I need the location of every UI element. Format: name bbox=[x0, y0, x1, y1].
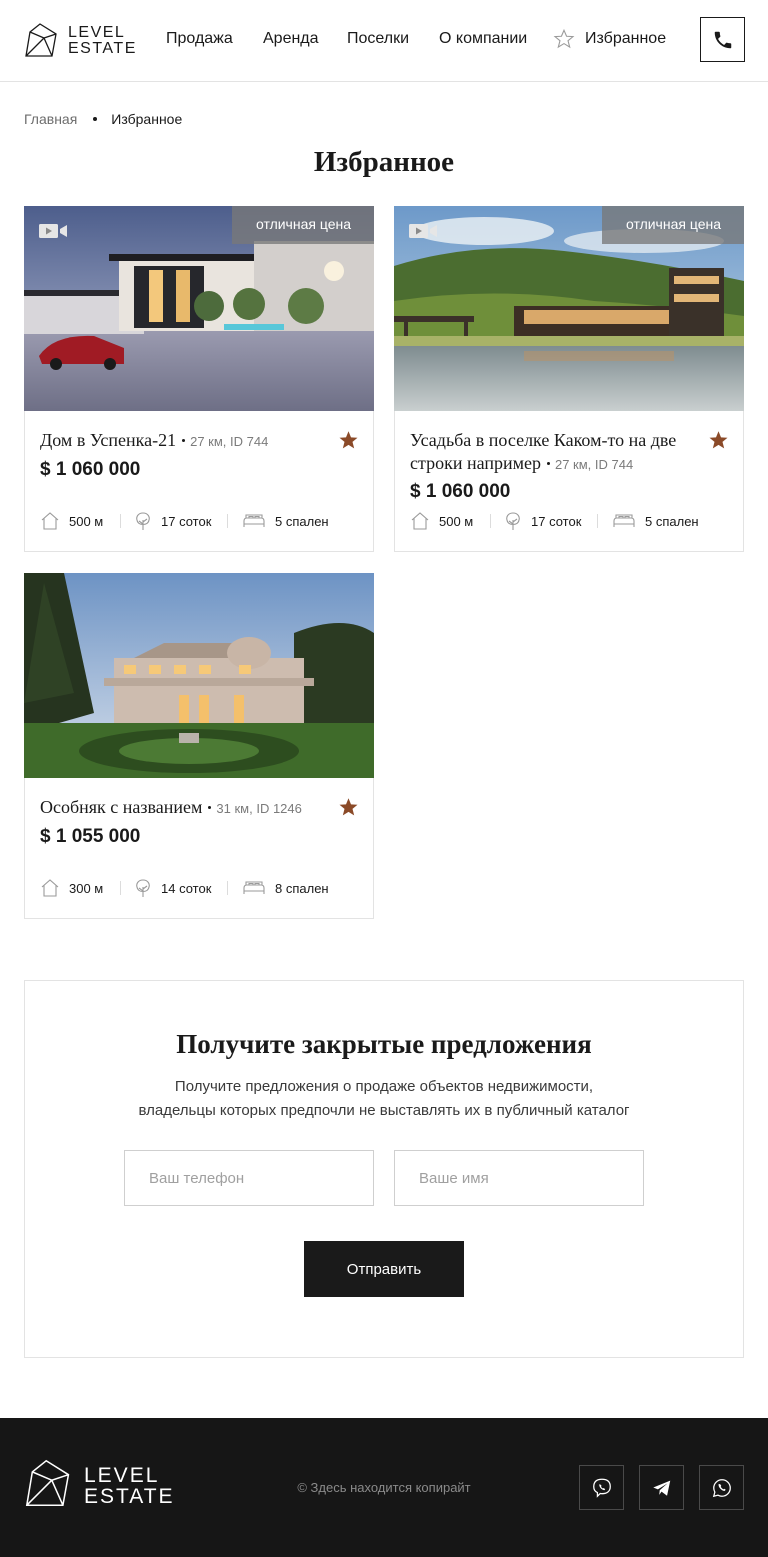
tree-icon bbox=[506, 512, 520, 530]
listing-photo[interactable]: отличная цена bbox=[394, 206, 744, 411]
nav-about[interactable]: О компании bbox=[439, 29, 527, 49]
subscribe-text-line1: Получите предложения о продаже объектов … bbox=[174, 1078, 594, 1095]
feature-bedrooms-value: 5 спален bbox=[275, 513, 329, 529]
listing-card[interactable]: отличная цена Усадьба в поселке Каком-то… bbox=[394, 206, 744, 552]
listing-meta: 27 км, ID 744 bbox=[190, 434, 269, 449]
viber-icon bbox=[592, 1478, 611, 1498]
bed-icon bbox=[613, 514, 635, 527]
whatsapp-button[interactable] bbox=[699, 1465, 744, 1510]
favorite-star-icon[interactable] bbox=[338, 430, 359, 450]
feature-land-value: 17 соток bbox=[531, 513, 582, 529]
whatsapp-icon bbox=[712, 1478, 731, 1497]
breadcrumb-home[interactable]: Главная bbox=[24, 111, 77, 127]
submit-button[interactable]: Отправить bbox=[304, 1241, 464, 1297]
telegram-button[interactable] bbox=[639, 1465, 684, 1510]
listing-meta: 31 км, ID 1246 bbox=[216, 801, 302, 816]
video-icon bbox=[409, 224, 437, 238]
nav-favorites[interactable]: Избранное bbox=[585, 29, 666, 49]
feature-house-area: 500 м bbox=[40, 511, 103, 531]
listing-photo[interactable]: отличная цена bbox=[24, 206, 374, 411]
mansion-photo bbox=[24, 573, 374, 778]
feature-land-value: 17 соток bbox=[161, 513, 212, 529]
feature-land-area: 17 соток bbox=[504, 511, 581, 531]
feature-land-area: 14 соток bbox=[134, 878, 211, 898]
feature-bedrooms-value: 5 спален bbox=[645, 513, 699, 529]
house-icon bbox=[41, 512, 59, 530]
feature-house-value: 500 м bbox=[439, 513, 474, 529]
bed-icon bbox=[243, 514, 265, 527]
nav-villages[interactable]: Поселки bbox=[347, 29, 409, 49]
listing-price: $ 1 060 000 bbox=[410, 481, 511, 502]
listing-meta: 27 км, ID 744 bbox=[554, 457, 634, 472]
feature-house-value: 500 м bbox=[69, 513, 104, 529]
logo-line2: ESTATE bbox=[68, 40, 137, 57]
listing-card[interactable]: Особняк с названием 31 км, ID 1246 $ 1 05… bbox=[24, 573, 374, 919]
listing-title-text: Усадьба в поселке Каком-то на две строки… bbox=[410, 430, 677, 473]
subscribe-description: Получите предложения о продаже объектов … bbox=[85, 1075, 683, 1123]
favorite-star-icon[interactable] bbox=[708, 430, 729, 450]
phone-button[interactable] bbox=[700, 17, 745, 62]
site-footer: LEVEL ESTATE © Здесь находится копирайт bbox=[0, 1418, 768, 1557]
logo[interactable]: LEVEL ESTATE bbox=[24, 22, 136, 60]
phone-icon bbox=[714, 31, 731, 48]
telegram-icon bbox=[652, 1480, 670, 1496]
page-title: Избранное bbox=[313, 146, 455, 178]
bed-icon bbox=[243, 881, 265, 894]
feature-divider bbox=[120, 881, 121, 895]
star-outline-icon[interactable] bbox=[553, 28, 575, 50]
listing-title-text: Дом в Успенка-21 bbox=[40, 430, 177, 450]
listing-card[interactable]: отличная цена Дом в Успенка-21 27 км, ID … bbox=[24, 206, 374, 552]
nav-rent[interactable]: Аренда bbox=[263, 29, 319, 49]
feature-house-area: 500 м bbox=[410, 511, 473, 531]
nav-sale[interactable]: Продажа bbox=[166, 29, 233, 49]
logo-mark-icon bbox=[25, 23, 57, 57]
favorite-star-icon[interactable] bbox=[338, 797, 359, 817]
listing-title-text: Особняк с названием bbox=[40, 797, 203, 817]
breadcrumb-separator bbox=[93, 116, 98, 121]
feature-divider bbox=[227, 514, 228, 528]
listing-title[interactable]: Особняк с названием 31 км, ID 1246 bbox=[40, 796, 330, 820]
site-header: LEVEL ESTATE Продажа Аренда Поселки О ко… bbox=[0, 0, 768, 82]
name-input[interactable] bbox=[394, 1150, 644, 1206]
feature-house-value: 300 м bbox=[69, 880, 104, 896]
meta-separator bbox=[182, 438, 186, 442]
logo-line1: LEVEL bbox=[68, 24, 126, 41]
listing-title[interactable]: Дом в Успенка-21 27 км, ID 744 bbox=[40, 429, 330, 453]
breadcrumb: Главная Избранное bbox=[24, 111, 182, 127]
price-badge: отличная цена bbox=[602, 206, 744, 244]
subscribe-text-line2: владельцы которых предпочли не выставлят… bbox=[138, 1102, 630, 1119]
feature-divider bbox=[227, 881, 228, 895]
meta-separator bbox=[208, 805, 212, 809]
house-icon bbox=[411, 512, 429, 530]
listing-photo[interactable] bbox=[24, 573, 374, 778]
feature-house-area: 300 м bbox=[40, 878, 103, 898]
price-badge: отличная цена bbox=[232, 206, 374, 244]
phone-input[interactable] bbox=[124, 1150, 374, 1206]
feature-divider bbox=[597, 514, 598, 528]
tree-icon bbox=[136, 512, 150, 530]
feature-land-value: 14 соток bbox=[161, 880, 212, 896]
feature-bedrooms: 5 спален bbox=[612, 511, 699, 531]
house-icon bbox=[41, 879, 59, 897]
meta-separator bbox=[546, 461, 550, 465]
breadcrumb-current: Избранное bbox=[111, 111, 183, 127]
listing-price: $ 1 055 000 bbox=[40, 826, 141, 847]
closed-offers-form: Получите закрытые предложения Получите п… bbox=[24, 980, 744, 1358]
listing-title[interactable]: Усадьба в поселке Каком-то на две строки… bbox=[410, 429, 700, 476]
logo-text: LEVEL ESTATE bbox=[68, 25, 137, 57]
feature-bedrooms: 8 спален bbox=[242, 878, 329, 898]
tree-icon bbox=[136, 879, 150, 897]
viber-button[interactable] bbox=[579, 1465, 624, 1510]
video-icon bbox=[39, 224, 67, 238]
feature-bedrooms-value: 8 спален bbox=[275, 880, 329, 896]
subscribe-title: Получите закрытые предложения bbox=[176, 1029, 592, 1059]
feature-bedrooms: 5 спален bbox=[242, 511, 329, 531]
feature-divider bbox=[490, 514, 491, 528]
feature-divider bbox=[120, 514, 121, 528]
listing-price: $ 1 060 000 bbox=[40, 459, 141, 480]
feature-land-area: 17 соток bbox=[134, 511, 211, 531]
